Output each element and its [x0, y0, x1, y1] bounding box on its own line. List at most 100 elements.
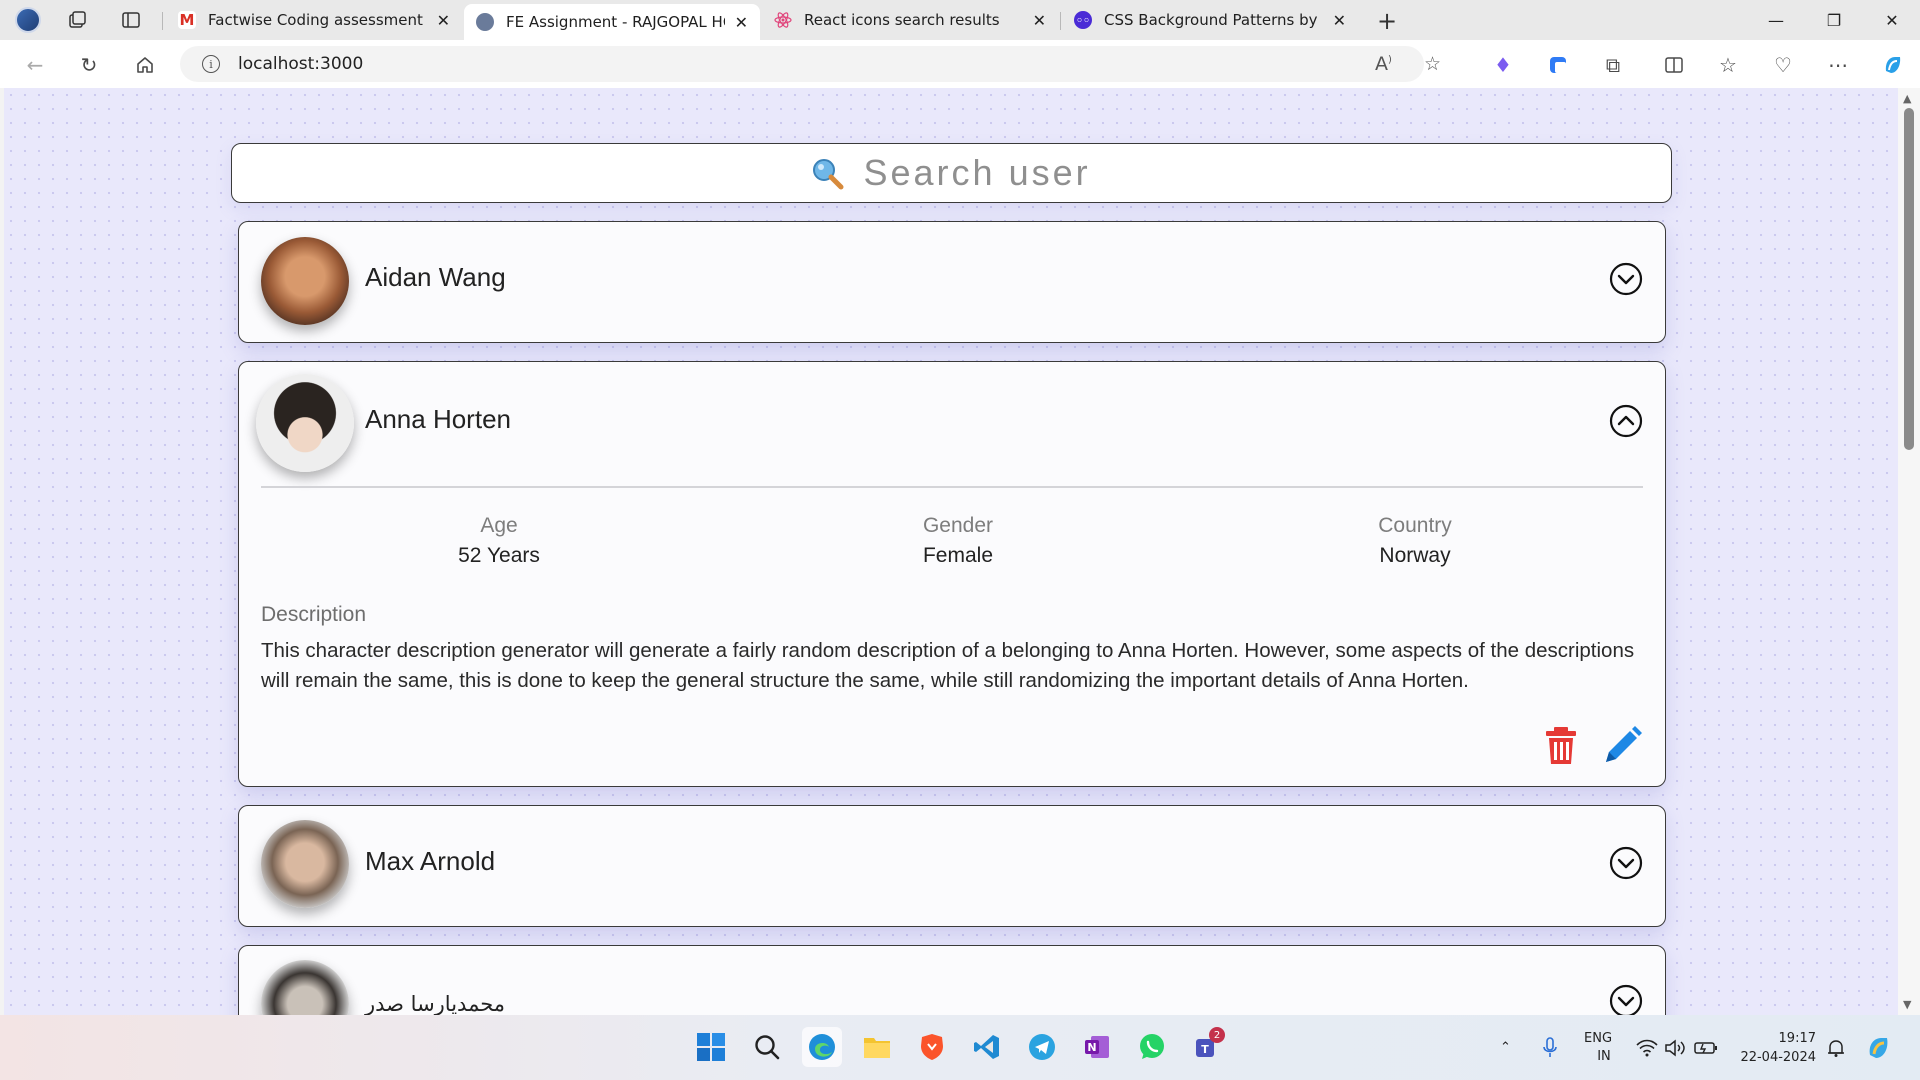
description-text: This character description generator wil…: [261, 639, 1635, 692]
brave-browser-icon[interactable]: [912, 1027, 952, 1067]
site-info-icon[interactable]: i: [202, 55, 220, 73]
pattern-icon: ◦◦: [1074, 11, 1092, 29]
more-menu-icon[interactable]: ⋯: [1821, 48, 1855, 82]
tab-separator: [162, 12, 163, 30]
home-icon[interactable]: [128, 48, 162, 82]
edge-browser-icon[interactable]: [802, 1027, 842, 1067]
favorites-icon[interactable]: ☆: [1711, 48, 1745, 82]
user-name: Aidan Wang: [365, 262, 506, 292]
tab-actions-icon[interactable]: [106, 0, 156, 40]
battery-icon[interactable]: [1694, 1015, 1718, 1080]
file-explorer-icon[interactable]: [857, 1027, 897, 1067]
user-card-header[interactable]: Max Arnold: [239, 806, 1665, 924]
card-divider: [261, 486, 1643, 488]
browser-essentials-icon[interactable]: ♡: [1766, 48, 1800, 82]
search-input[interactable]: [863, 152, 1094, 194]
tab-gmail[interactable]: M Factwise Coding assessment - Ba ✕: [166, 4, 462, 36]
start-windows-icon[interactable]: [691, 1027, 731, 1067]
chevron-up-icon[interactable]: [1609, 404, 1643, 438]
whatsapp-icon[interactable]: [1132, 1027, 1172, 1067]
language-code: ENG: [1584, 1030, 1613, 1046]
restore-button[interactable]: ❐: [1806, 0, 1862, 40]
language-indicator[interactable]: ENG IN: [1584, 1015, 1612, 1080]
minimize-button[interactable]: —: [1748, 0, 1804, 40]
country-label: Country: [1378, 514, 1452, 537]
svg-text:T: T: [1201, 1043, 1209, 1056]
close-tab-icon[interactable]: ✕: [735, 13, 748, 32]
search-bar[interactable]: [231, 143, 1672, 203]
microphone-icon[interactable]: [1543, 1015, 1557, 1080]
user-card: Max Arnold: [238, 805, 1666, 927]
clock-date: 22-04-2024: [1740, 1049, 1816, 1065]
split-screen-icon[interactable]: [1657, 48, 1691, 82]
copilot-taskbar-icon[interactable]: [1864, 1015, 1894, 1080]
chevron-down-icon[interactable]: [1609, 846, 1643, 880]
read-aloud-icon[interactable]: A): [1375, 53, 1392, 75]
stat-country: Country Norway: [1265, 514, 1565, 568]
svg-text:N: N: [1087, 1041, 1096, 1054]
chevron-down-icon[interactable]: [1609, 984, 1643, 1015]
back-icon[interactable]: ←: [18, 48, 52, 82]
close-window-button[interactable]: ✕: [1864, 0, 1920, 40]
react-icon: [774, 11, 792, 29]
scroll-up-icon[interactable]: ▲: [1903, 92, 1911, 105]
close-tab-icon[interactable]: ✕: [437, 11, 450, 30]
teams-icon[interactable]: T 2: [1187, 1027, 1227, 1067]
user-card: Aidan Wang: [238, 221, 1666, 343]
region-code: IN: [1597, 1048, 1611, 1064]
clock-time: 19:17: [1778, 1030, 1816, 1046]
user-card-header[interactable]: Anna Horten: [239, 362, 1665, 480]
vscode-icon[interactable]: [967, 1027, 1007, 1067]
user-name: Anna Horten: [365, 404, 511, 434]
extension-blue-icon[interactable]: [1541, 48, 1575, 82]
tab-title: CSS Background Patterns by Mag: [1104, 11, 1323, 29]
telegram-icon[interactable]: [1022, 1027, 1062, 1067]
chevron-down-icon[interactable]: [1609, 262, 1643, 296]
favorite-star-icon[interactable]: ☆: [1424, 53, 1441, 75]
country-value: Norway: [1379, 544, 1451, 567]
close-tab-icon[interactable]: ✕: [1033, 11, 1046, 30]
edit-pencil-icon[interactable]: [1602, 724, 1642, 766]
extensions-puzzle-icon[interactable]: ⧉: [1596, 48, 1630, 82]
new-tab-button[interactable]: +: [1372, 6, 1402, 36]
delete-icon[interactable]: [1541, 724, 1581, 766]
profile-button[interactable]: [0, 0, 56, 40]
page-scrollbar[interactable]: ▲ ▼: [1898, 88, 1920, 1015]
volume-icon[interactable]: [1664, 1015, 1686, 1080]
tab-css-patterns[interactable]: ◦◦ CSS Background Patterns by Mag ✕: [1062, 4, 1358, 36]
tab-strip: M Factwise Coding assessment - Ba ✕ FE A…: [0, 0, 1920, 40]
user-avatar: [261, 820, 349, 908]
address-bar[interactable]: i localhost:3000 A) ☆: [180, 46, 1441, 82]
notifications-bell-icon[interactable]: [1826, 1015, 1846, 1080]
tray-overflow-icon[interactable]: ⌃: [1500, 1015, 1511, 1080]
workspaces-icon[interactable]: [52, 0, 102, 40]
user-card-header[interactable]: محمدیارسا صدر: [239, 946, 1665, 1015]
scroll-down-icon[interactable]: ▼: [1903, 998, 1911, 1011]
search-taskbar-icon[interactable]: [747, 1027, 787, 1067]
tab-react-icons[interactable]: React icons search results ✕: [762, 4, 1058, 36]
close-tab-icon[interactable]: ✕: [1333, 11, 1346, 30]
onenote-icon[interactable]: N: [1077, 1027, 1117, 1067]
gender-label: Gender: [922, 514, 994, 537]
clock[interactable]: 19:17 22-04-2024: [1736, 1015, 1816, 1080]
profile-avatar: [15, 7, 41, 33]
search-icon: [810, 156, 844, 190]
gender-value: Female: [922, 544, 994, 567]
stat-age: Age 52 Years: [349, 514, 649, 568]
tab-separator: [1060, 12, 1061, 30]
copilot-icon[interactable]: [1876, 48, 1910, 82]
browser-toolbar: ← ↻ i localhost:3000 A) ☆ ♦ ⧉ ☆ ♡ ⋯: [0, 40, 1920, 88]
refresh-icon[interactable]: ↻: [72, 48, 106, 82]
user-avatar: [261, 237, 349, 325]
extension-flame-icon[interactable]: ♦: [1486, 48, 1520, 82]
description-label: Description: [261, 603, 367, 626]
user-card-header[interactable]: Aidan Wang: [239, 222, 1665, 340]
scrollbar-thumb[interactable]: [1904, 108, 1914, 450]
stat-gender: Gender Female: [808, 514, 1108, 568]
taskbar: N T 2 ⌃ ENG IN 19:17 22-04-2024: [0, 1015, 1920, 1080]
age-label: Age: [480, 514, 518, 537]
wifi-icon[interactable]: [1636, 1015, 1658, 1080]
tab-fe-assignment[interactable]: FE Assignment - RAJGOPAL HOTA ✕: [464, 4, 760, 40]
user-card-expanded: Anna Horten Age 52 Years Gender Female C…: [238, 361, 1666, 787]
user-card: محمدیارسا صدر: [238, 945, 1666, 1015]
